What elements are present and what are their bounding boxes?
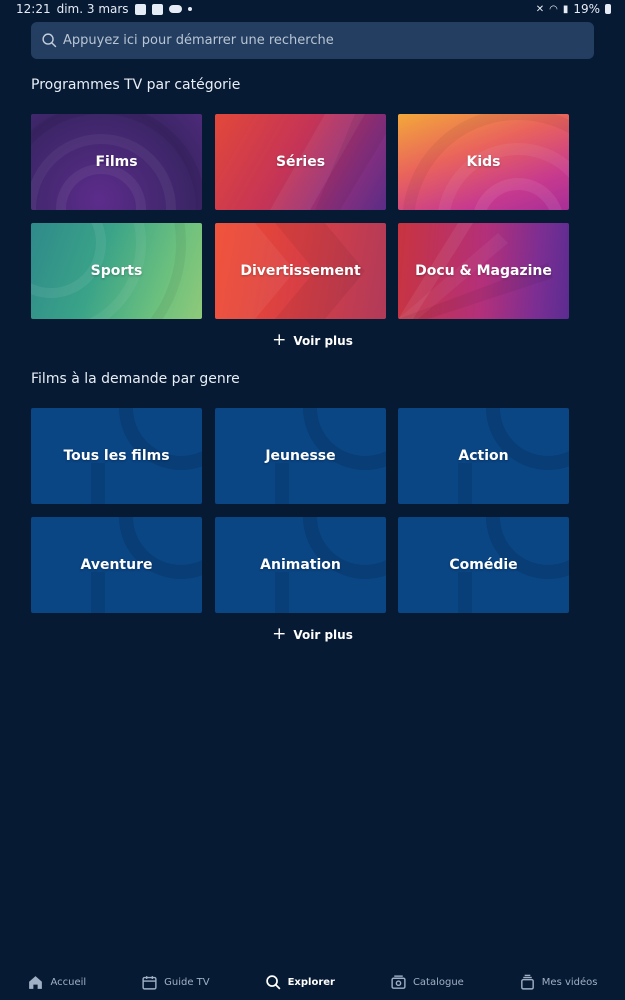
tile-label: Comédie (449, 557, 518, 573)
nav-item-mes-videos[interactable]: Mes vidéos (519, 974, 598, 991)
tile-label: Divertissement (240, 263, 361, 279)
nav-item-accueil[interactable]: Accueil (27, 974, 86, 991)
search-icon (265, 974, 281, 989)
genre-tile-tous-les-films[interactable]: Tous les films (31, 408, 202, 504)
category-tile-docu-magazine[interactable]: Docu & Magazine (398, 223, 569, 319)
tile-label: Docu & Magazine (415, 263, 552, 279)
gallery-icon (134, 3, 146, 15)
battery-percent: 19% (573, 2, 600, 16)
mute-icon: ✕ (535, 3, 545, 15)
category-tile-series[interactable]: Séries (215, 114, 386, 210)
cloud-icon (168, 5, 182, 13)
notification-dot-icon (187, 7, 192, 11)
genre-tile-aventure[interactable]: Aventure (31, 517, 202, 613)
tile-label: Jeunesse (265, 448, 336, 464)
genre-tile-comedie[interactable]: Comédie (398, 517, 569, 613)
category-tile-divertissement[interactable]: Divertissement (215, 223, 386, 319)
search-icon (42, 33, 57, 48)
see-more-tv-button[interactable]: + Voir plus (0, 332, 625, 349)
tile-label: Aventure (80, 557, 153, 573)
genre-tile-jeunesse[interactable]: Jeunesse (215, 408, 386, 504)
signal-icon: ▮ (562, 3, 569, 15)
nav-label: Mes vidéos (541, 976, 598, 988)
plus-icon: + (272, 330, 287, 350)
nav-label: Catalogue (412, 976, 464, 988)
bottom-nav: Accueil Guide TV Explorer Catalogue Mes … (0, 964, 625, 1000)
see-more-label: Voir plus (293, 627, 353, 642)
nav-label: Guide TV (164, 976, 210, 988)
category-tile-kids[interactable]: Kids (398, 114, 569, 210)
calendar-icon (142, 975, 157, 990)
status-date: dim. 3 mars (56, 2, 129, 16)
search-bar[interactable] (31, 22, 594, 59)
tile-label: Sports (90, 263, 143, 279)
plus-icon: + (272, 624, 287, 644)
search-input[interactable] (63, 33, 594, 48)
status-bar: 12:21 dim. 3 mars ✕ ◠ ▮ 19% (0, 0, 625, 20)
section-title-vod: Films à la demande par genre (31, 371, 240, 387)
tile-label: Animation (260, 557, 341, 573)
nav-item-catalogue[interactable]: Catalogue (390, 974, 464, 991)
tile-label: Action (458, 448, 509, 464)
tile-label: Séries (275, 154, 326, 170)
nav-label: Accueil (50, 976, 87, 988)
my-videos-icon (520, 974, 534, 990)
genre-tile-animation[interactable]: Animation (215, 517, 386, 613)
catalogue-icon (391, 974, 406, 989)
genre-tile-action[interactable]: Action (398, 408, 569, 504)
nav-item-explorer[interactable]: Explorer (265, 974, 335, 991)
nav-label: Explorer (287, 976, 335, 988)
tile-label: Tous les films (63, 448, 170, 464)
screen: 12:21 dim. 3 mars ✕ ◠ ▮ 19% Programmes T… (0, 0, 625, 1000)
check-icon (151, 3, 163, 15)
see-more-label: Voir plus (293, 333, 353, 348)
category-tile-films[interactable]: Films (31, 114, 202, 210)
wifi-icon: ◠ (549, 3, 558, 15)
status-left: 12:21 dim. 3 mars (16, 2, 192, 16)
tile-label: Kids (466, 154, 501, 170)
nav-item-guide-tv[interactable]: Guide TV (141, 974, 210, 991)
section-title-tv: Programmes TV par catégorie (31, 77, 241, 93)
see-more-vod-button[interactable]: + Voir plus (0, 626, 625, 643)
home-icon (29, 975, 43, 989)
category-tile-sports[interactable]: Sports (31, 223, 202, 319)
status-time: 12:21 (16, 2, 51, 16)
battery-icon (605, 4, 611, 14)
status-right: ✕ ◠ ▮ 19% (536, 2, 611, 16)
tile-label: Films (95, 154, 138, 170)
